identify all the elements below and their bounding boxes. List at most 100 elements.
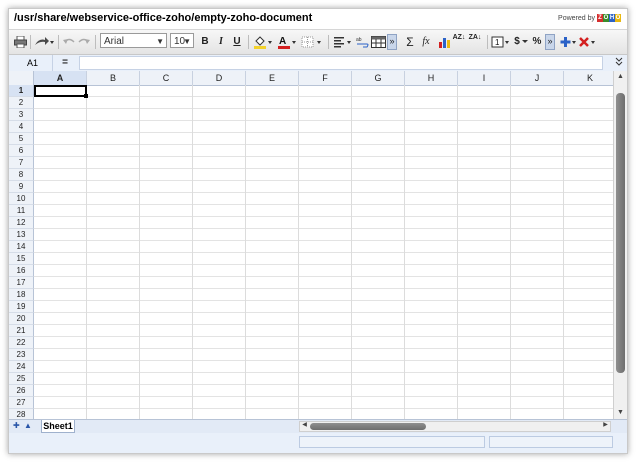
toolbar: Arial ▼ 10 ▼ B I U A ab » Σ fx AZ↓ ZA↓ 1… <box>9 29 627 55</box>
column-header[interactable]: H <box>405 71 458 85</box>
title-bar: /usr/share/webservice-office-zoho/empty-… <box>9 9 627 29</box>
powered-by-label: Powered by <box>558 14 595 22</box>
row-header[interactable]: 18 <box>9 289 34 301</box>
sum-button[interactable]: Σ <box>404 34 416 50</box>
horizontal-scroll-thumb[interactable] <box>310 423 426 430</box>
font-size-select[interactable]: 10 ▼ <box>170 33 194 48</box>
text-color-icon[interactable]: A <box>277 34 297 50</box>
row-header[interactable]: 26 <box>9 385 34 397</box>
column-header[interactable]: C <box>140 71 193 85</box>
sort-descending-button[interactable]: ZA↓ <box>468 34 482 50</box>
wrap-text-icon[interactable]: ab <box>355 34 369 50</box>
row-header[interactable]: 3 <box>9 109 34 121</box>
row-header[interactable]: 20 <box>9 313 34 325</box>
zoho-logo-letter: O <box>615 14 621 22</box>
row-header[interactable]: 12 <box>9 217 34 229</box>
borders-icon[interactable] <box>301 34 323 50</box>
italic-button[interactable]: I <box>215 34 227 50</box>
row-header[interactable]: 8 <box>9 169 34 181</box>
insert-icon[interactable] <box>560 34 578 50</box>
row-header[interactable]: 21 <box>9 325 34 337</box>
row-header[interactable]: 17 <box>9 277 34 289</box>
svg-text:ab: ab <box>356 37 362 43</box>
vertical-scrollbar[interactable]: ▲ ▼ <box>613 71 627 419</box>
cell-reference-box[interactable]: A1 <box>9 55 53 71</box>
row-header[interactable]: 2 <box>9 97 34 109</box>
formula-equals-button[interactable]: = <box>55 55 75 71</box>
column-header[interactable]: E <box>246 71 299 85</box>
share-icon[interactable] <box>33 34 55 50</box>
font-name-value: Arial <box>104 36 125 47</box>
redo-icon[interactable] <box>77 34 91 50</box>
chevron-down-icon: ▼ <box>183 37 191 46</box>
number-format-icon[interactable]: 1 <box>491 34 511 50</box>
merge-cells-icon[interactable] <box>370 34 386 50</box>
sheet-menu-icon[interactable]: ▲ <box>24 421 32 430</box>
column-header[interactable]: F <box>299 71 352 85</box>
percent-button[interactable]: % <box>531 34 543 50</box>
row-header[interactable]: 13 <box>9 229 34 241</box>
row-header[interactable]: 27 <box>9 397 34 409</box>
column-header[interactable]: J <box>511 71 564 85</box>
column-header[interactable]: A <box>34 71 87 85</box>
vertical-scroll-thumb[interactable] <box>616 93 625 373</box>
svg-text:A: A <box>279 36 286 47</box>
svg-text:1: 1 <box>495 38 500 47</box>
scroll-right-icon[interactable]: ▶ <box>601 421 610 430</box>
status-box <box>299 436 485 448</box>
sheet-tab-sheet1[interactable]: Sheet1 <box>41 420 75 433</box>
row-header[interactable]: 28 <box>9 409 34 419</box>
row-header[interactable]: 22 <box>9 337 34 349</box>
row-header[interactable]: 23 <box>9 349 34 361</box>
undo-icon[interactable] <box>62 34 76 50</box>
column-headers: ABCDEFGHIJK <box>9 71 613 86</box>
row-header[interactable]: 10 <box>9 193 34 205</box>
row-header[interactable]: 9 <box>9 181 34 193</box>
scroll-down-icon[interactable]: ▼ <box>614 407 627 419</box>
app-window: /usr/share/webservice-office-zoho/empty-… <box>8 8 628 454</box>
more-format-button[interactable]: » <box>545 34 555 50</box>
column-header[interactable]: D <box>193 71 246 85</box>
underline-button[interactable]: U <box>231 34 243 50</box>
row-header[interactable]: 16 <box>9 265 34 277</box>
spreadsheet-grid: ABCDEFGHIJK 1 2 3 4 5 6 7 8 9 10 11 12 13 14 15 16 17 18 1… <box>9 71 613 419</box>
column-header[interactable]: K <box>564 71 613 85</box>
row-header[interactable]: 5 <box>9 133 34 145</box>
font-name-select[interactable]: Arial ▼ <box>100 33 167 48</box>
row-header[interactable]: 14 <box>9 241 34 253</box>
row-header[interactable]: 6 <box>9 145 34 157</box>
more-tools-button[interactable]: » <box>387 34 397 50</box>
chevron-down-icon[interactable] <box>521 34 529 50</box>
function-button[interactable]: fx <box>420 34 432 50</box>
cells-area[interactable] <box>34 85 613 419</box>
status-box <box>489 436 613 448</box>
scroll-left-icon[interactable]: ◀ <box>300 421 309 430</box>
chevron-down-icon: ▼ <box>156 37 164 46</box>
bold-button[interactable]: B <box>199 34 211 50</box>
fill-color-icon[interactable] <box>253 34 273 50</box>
column-header[interactable]: I <box>458 71 511 85</box>
align-icon[interactable] <box>333 34 353 50</box>
active-cell[interactable] <box>34 85 88 98</box>
formula-input[interactable] <box>79 56 603 70</box>
row-header[interactable]: 25 <box>9 373 34 385</box>
row-header[interactable]: 4 <box>9 121 34 133</box>
expand-toolbar-icon[interactable] <box>615 57 623 68</box>
row-header[interactable]: 24 <box>9 361 34 373</box>
row-header[interactable]: 11 <box>9 205 34 217</box>
add-sheet-icon[interactable]: ✚ <box>13 421 20 430</box>
delete-icon[interactable] <box>579 34 597 50</box>
row-header[interactable]: 19 <box>9 301 34 313</box>
chart-icon[interactable] <box>437 34 451 50</box>
column-header[interactable]: G <box>352 71 405 85</box>
horizontal-scrollbar[interactable]: ◀ ▶ <box>299 421 611 432</box>
select-all-corner[interactable] <box>9 71 34 85</box>
column-header[interactable]: B <box>87 71 140 85</box>
sort-ascending-button[interactable]: AZ↓ <box>452 34 466 50</box>
row-header[interactable]: 7 <box>9 157 34 169</box>
row-header[interactable]: 1 <box>9 85 34 97</box>
window-title: /usr/share/webservice-office-zoho/empty-… <box>14 12 313 24</box>
scroll-up-icon[interactable]: ▲ <box>614 71 627 83</box>
row-header[interactable]: 15 <box>9 253 34 265</box>
print-icon[interactable] <box>13 34 27 50</box>
